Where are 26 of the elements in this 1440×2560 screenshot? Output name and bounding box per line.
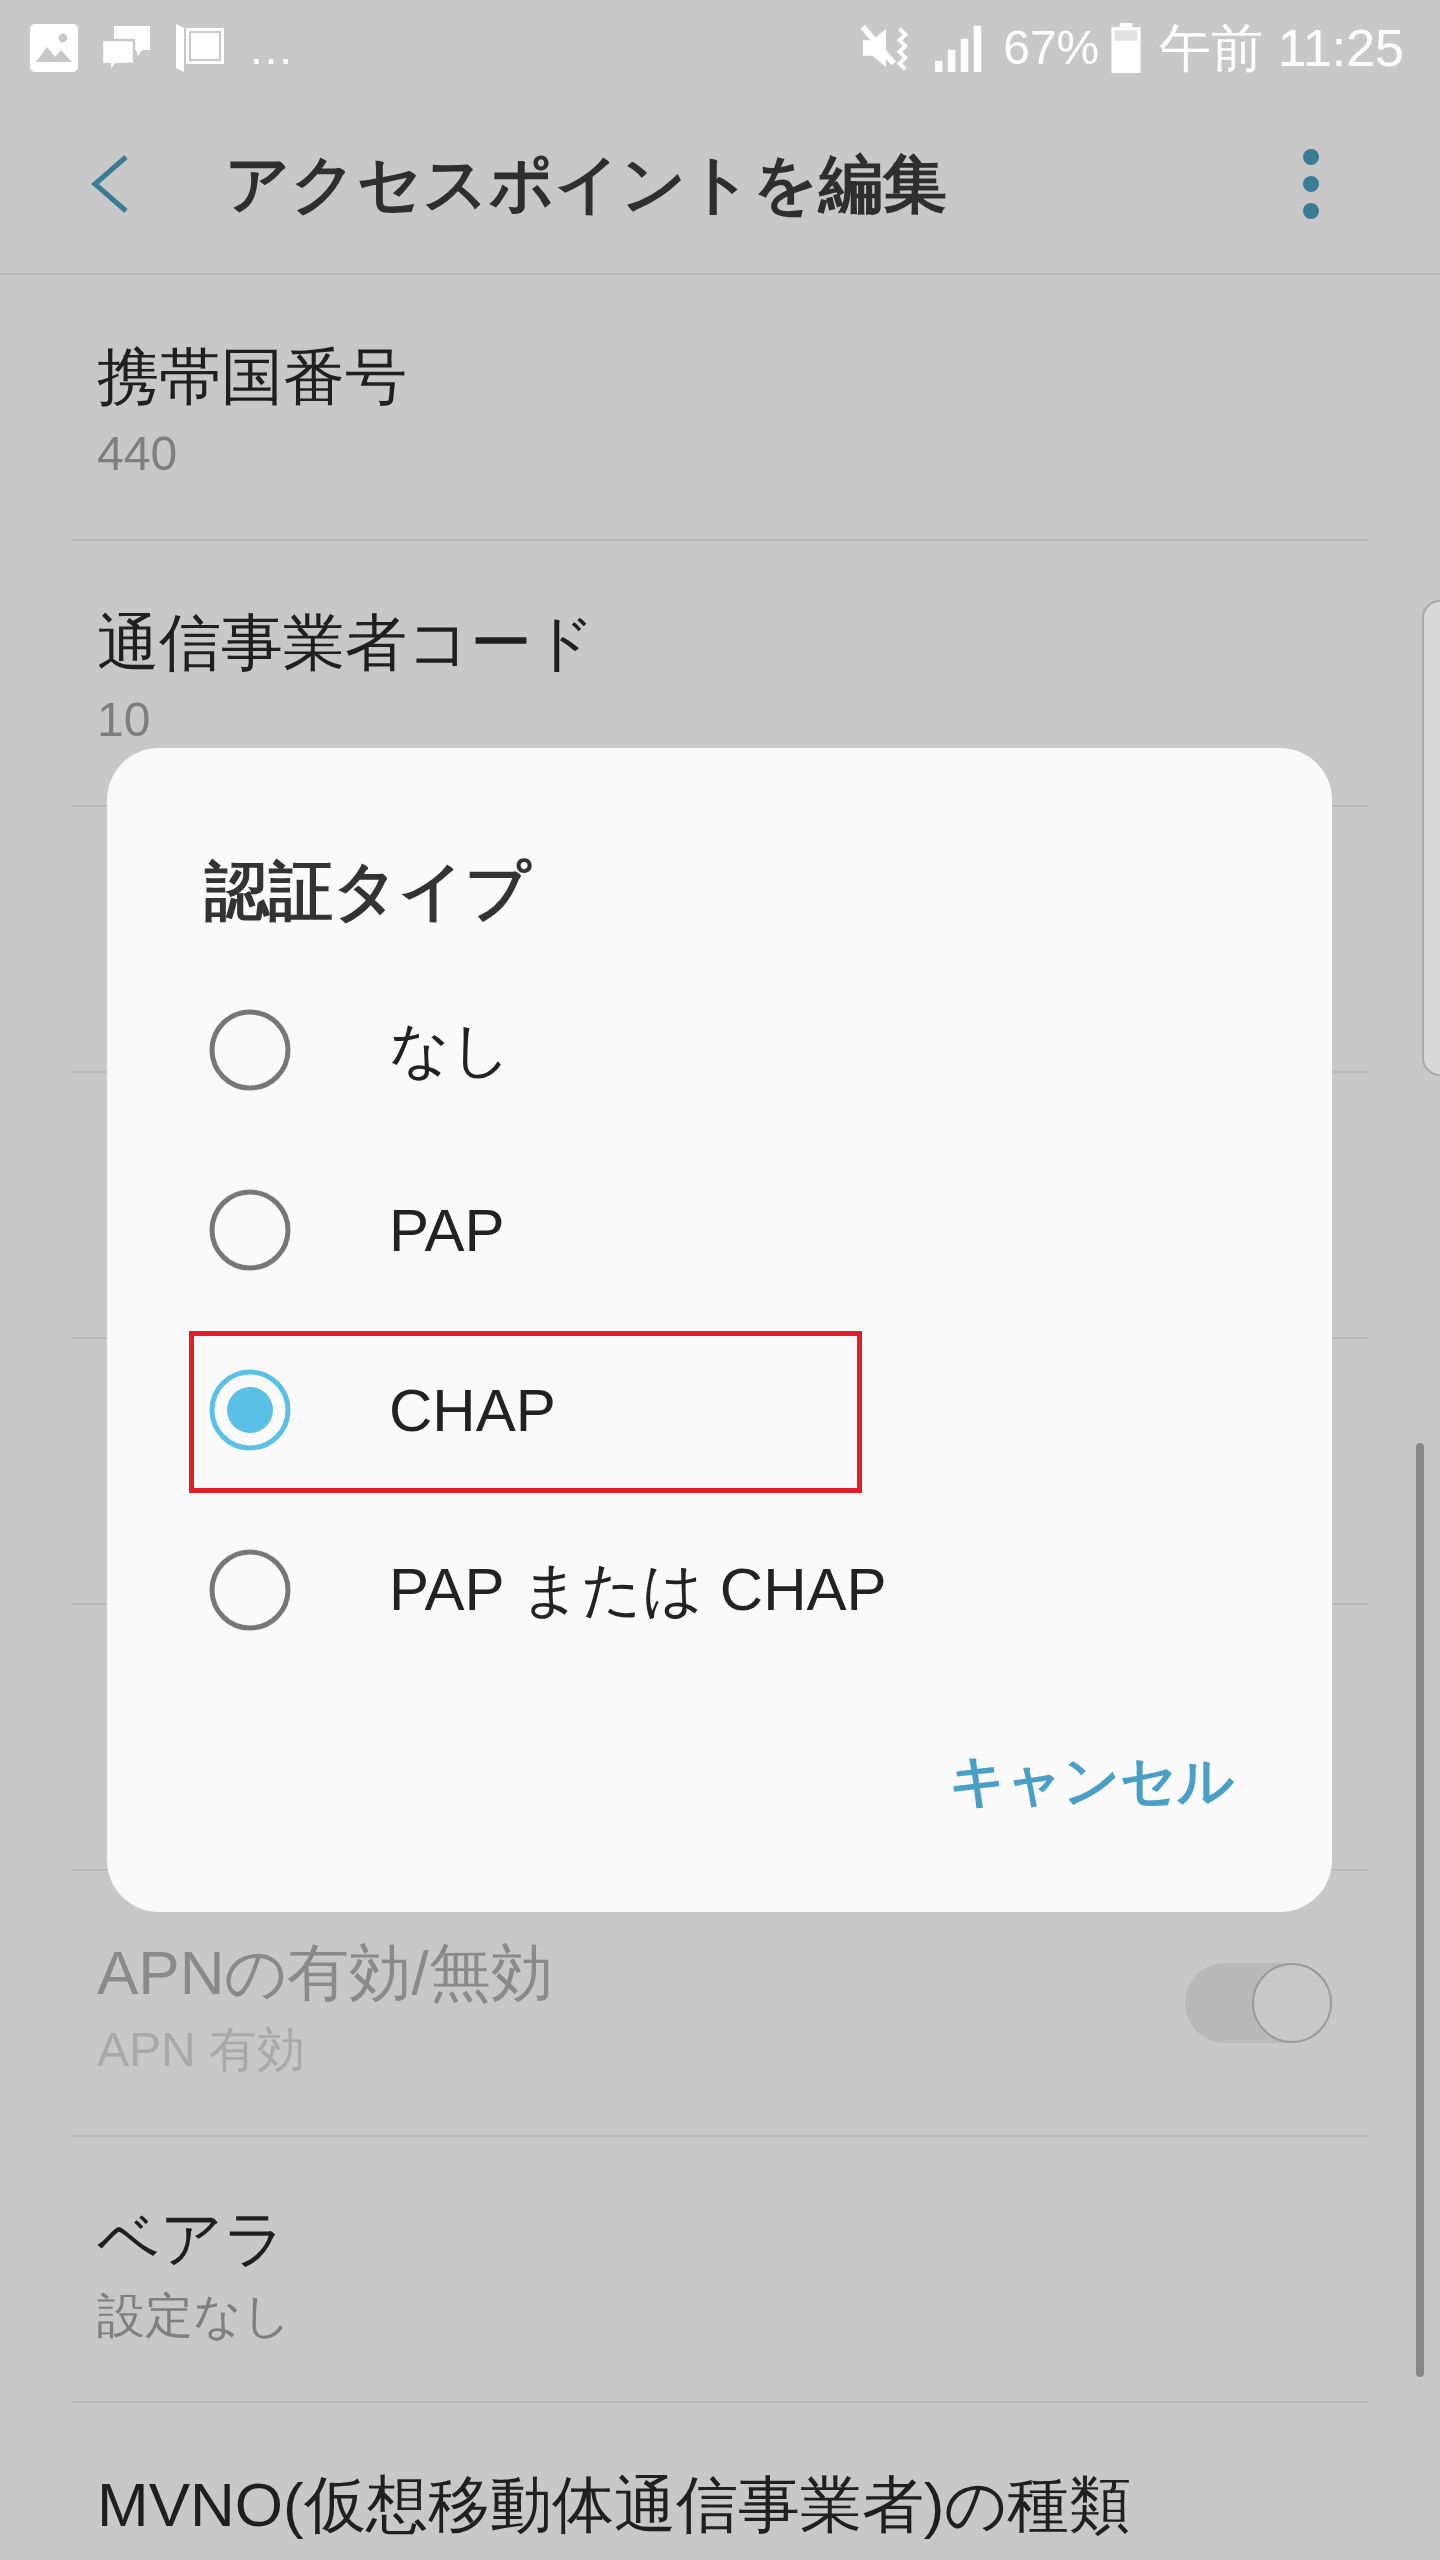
- notification-overflow: …: [248, 20, 294, 76]
- signal-icon: [935, 23, 984, 72]
- radio-button-icon[interactable]: [209, 1009, 291, 1091]
- setting-title: 携帯国番号: [97, 341, 407, 413]
- radio-button-icon[interactable]: [209, 1369, 291, 1451]
- battery-icon: [1111, 22, 1142, 73]
- dialog-title: 認証タイプ: [205, 854, 531, 929]
- radio-option[interactable]: PAP または CHAP: [107, 1500, 1332, 1680]
- setting-value: 設定なし: [97, 2289, 291, 2342]
- screen-title: アクセスポイントを編集: [225, 146, 947, 222]
- radio-option[interactable]: PAP: [107, 1140, 1332, 1320]
- radio-option[interactable]: なし: [107, 960, 1332, 1140]
- back-icon[interactable]: [90, 155, 130, 213]
- radio-button-icon[interactable]: [209, 1549, 291, 1631]
- more-options-icon[interactable]: [1303, 149, 1319, 219]
- setting-value: 440: [97, 427, 178, 480]
- radio-button-icon[interactable]: [209, 1189, 291, 1271]
- edge-panel-handle[interactable]: [1422, 600, 1440, 1076]
- setting-title: APNの有効/無効: [97, 1937, 553, 2009]
- setting-value: 10: [97, 693, 151, 746]
- image-icon: [30, 23, 78, 72]
- setting-title: ベアラ: [97, 2203, 286, 2275]
- notebook-icon: [174, 21, 226, 74]
- setting-title: MVNO(仮想移動体通信事業者)の種類: [97, 2469, 1132, 2541]
- setting-title: 通信事業者コード: [97, 607, 595, 679]
- radio-option[interactable]: CHAP: [107, 1320, 1332, 1500]
